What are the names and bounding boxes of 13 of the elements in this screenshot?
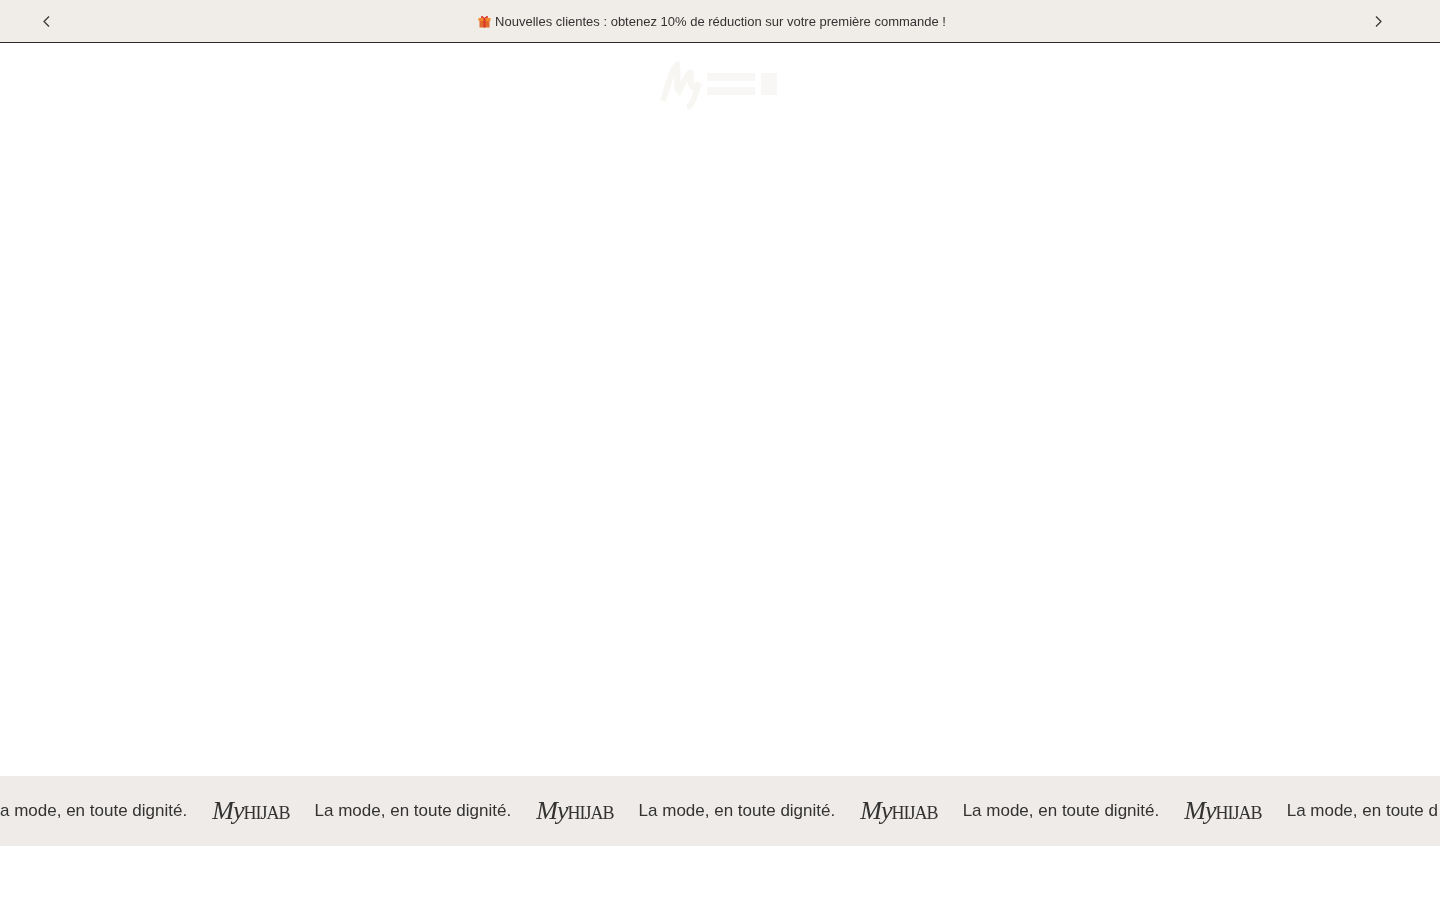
tagline-text: La mode, en toute dignité. xyxy=(962,801,1160,821)
brand-logo: MyHIJAB xyxy=(212,796,290,826)
tagline-text: La mode, en toute d xyxy=(1286,801,1438,821)
brand-logo: MyHIJAB xyxy=(536,796,614,826)
tagline-text: La mode, en toute dignité. xyxy=(314,801,512,821)
gift-icon xyxy=(478,14,492,28)
chevron-left-icon xyxy=(42,15,50,27)
tagline-text: La mode, en toute dignité. xyxy=(638,801,836,821)
brand-logo: MyHIJAB xyxy=(1184,796,1262,826)
chevron-right-icon xyxy=(1374,15,1382,27)
announcement-text: Nouvelles clientes : obtenez 10% de réduction sur votre première commande ! xyxy=(495,13,946,29)
tagline-text: a mode, en toute dignité. xyxy=(0,801,188,821)
brand-logo: MyHIJAB xyxy=(860,796,938,826)
